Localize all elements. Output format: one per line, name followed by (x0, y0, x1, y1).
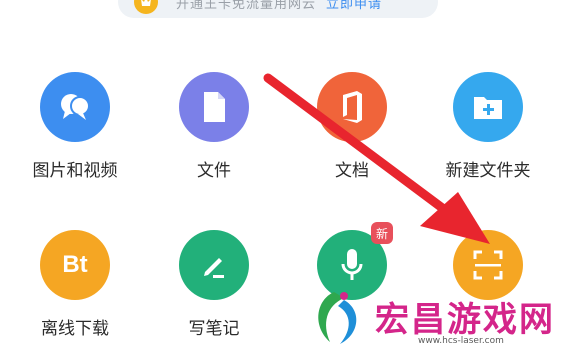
tile-new-folder[interactable]: 新建文件夹 (428, 72, 548, 181)
tile-write-note[interactable]: 写笔记 (154, 230, 274, 339)
watermark-url: www.hcs-laser.com (418, 336, 504, 346)
new-folder-icon (453, 72, 523, 142)
tile-files[interactable]: 文件 (154, 72, 274, 181)
pen-icon (179, 230, 249, 300)
watermark: 宏昌游戏网 www.hcs-laser.com (300, 286, 561, 352)
tile-label: 图片和视频 (32, 161, 118, 181)
bt-glyph: Bt (62, 251, 88, 278)
apply-now-link[interactable]: 立即申请 (326, 0, 382, 12)
document-icon (179, 72, 249, 142)
banner-text: 开通王卡免流量用网云 (176, 0, 317, 12)
bt-icon: Bt (40, 230, 110, 300)
tile-label: 文档 (335, 161, 369, 181)
chat-bubbles-icon (40, 72, 110, 142)
watermark-title: 宏昌游戏网 (375, 300, 555, 340)
tile-label: 新建文件夹 (445, 161, 531, 181)
tile-photos-videos[interactable]: 图片和视频 (15, 72, 135, 181)
watermark-logo-icon (318, 292, 357, 344)
tile-label: 写笔记 (188, 319, 240, 339)
promo-banner[interactable]: 开通王卡免流量用网云 立即申请 (118, 0, 438, 18)
tile-label: 离线下载 (41, 319, 109, 339)
tile-docs[interactable]: 文档 (292, 72, 412, 181)
office-icon (317, 72, 387, 142)
crown-icon (134, 0, 158, 14)
new-badge: 新 (371, 222, 393, 244)
tile-offline-download[interactable]: Bt 离线下载 (15, 230, 135, 339)
tile-label: 文件 (197, 161, 231, 181)
